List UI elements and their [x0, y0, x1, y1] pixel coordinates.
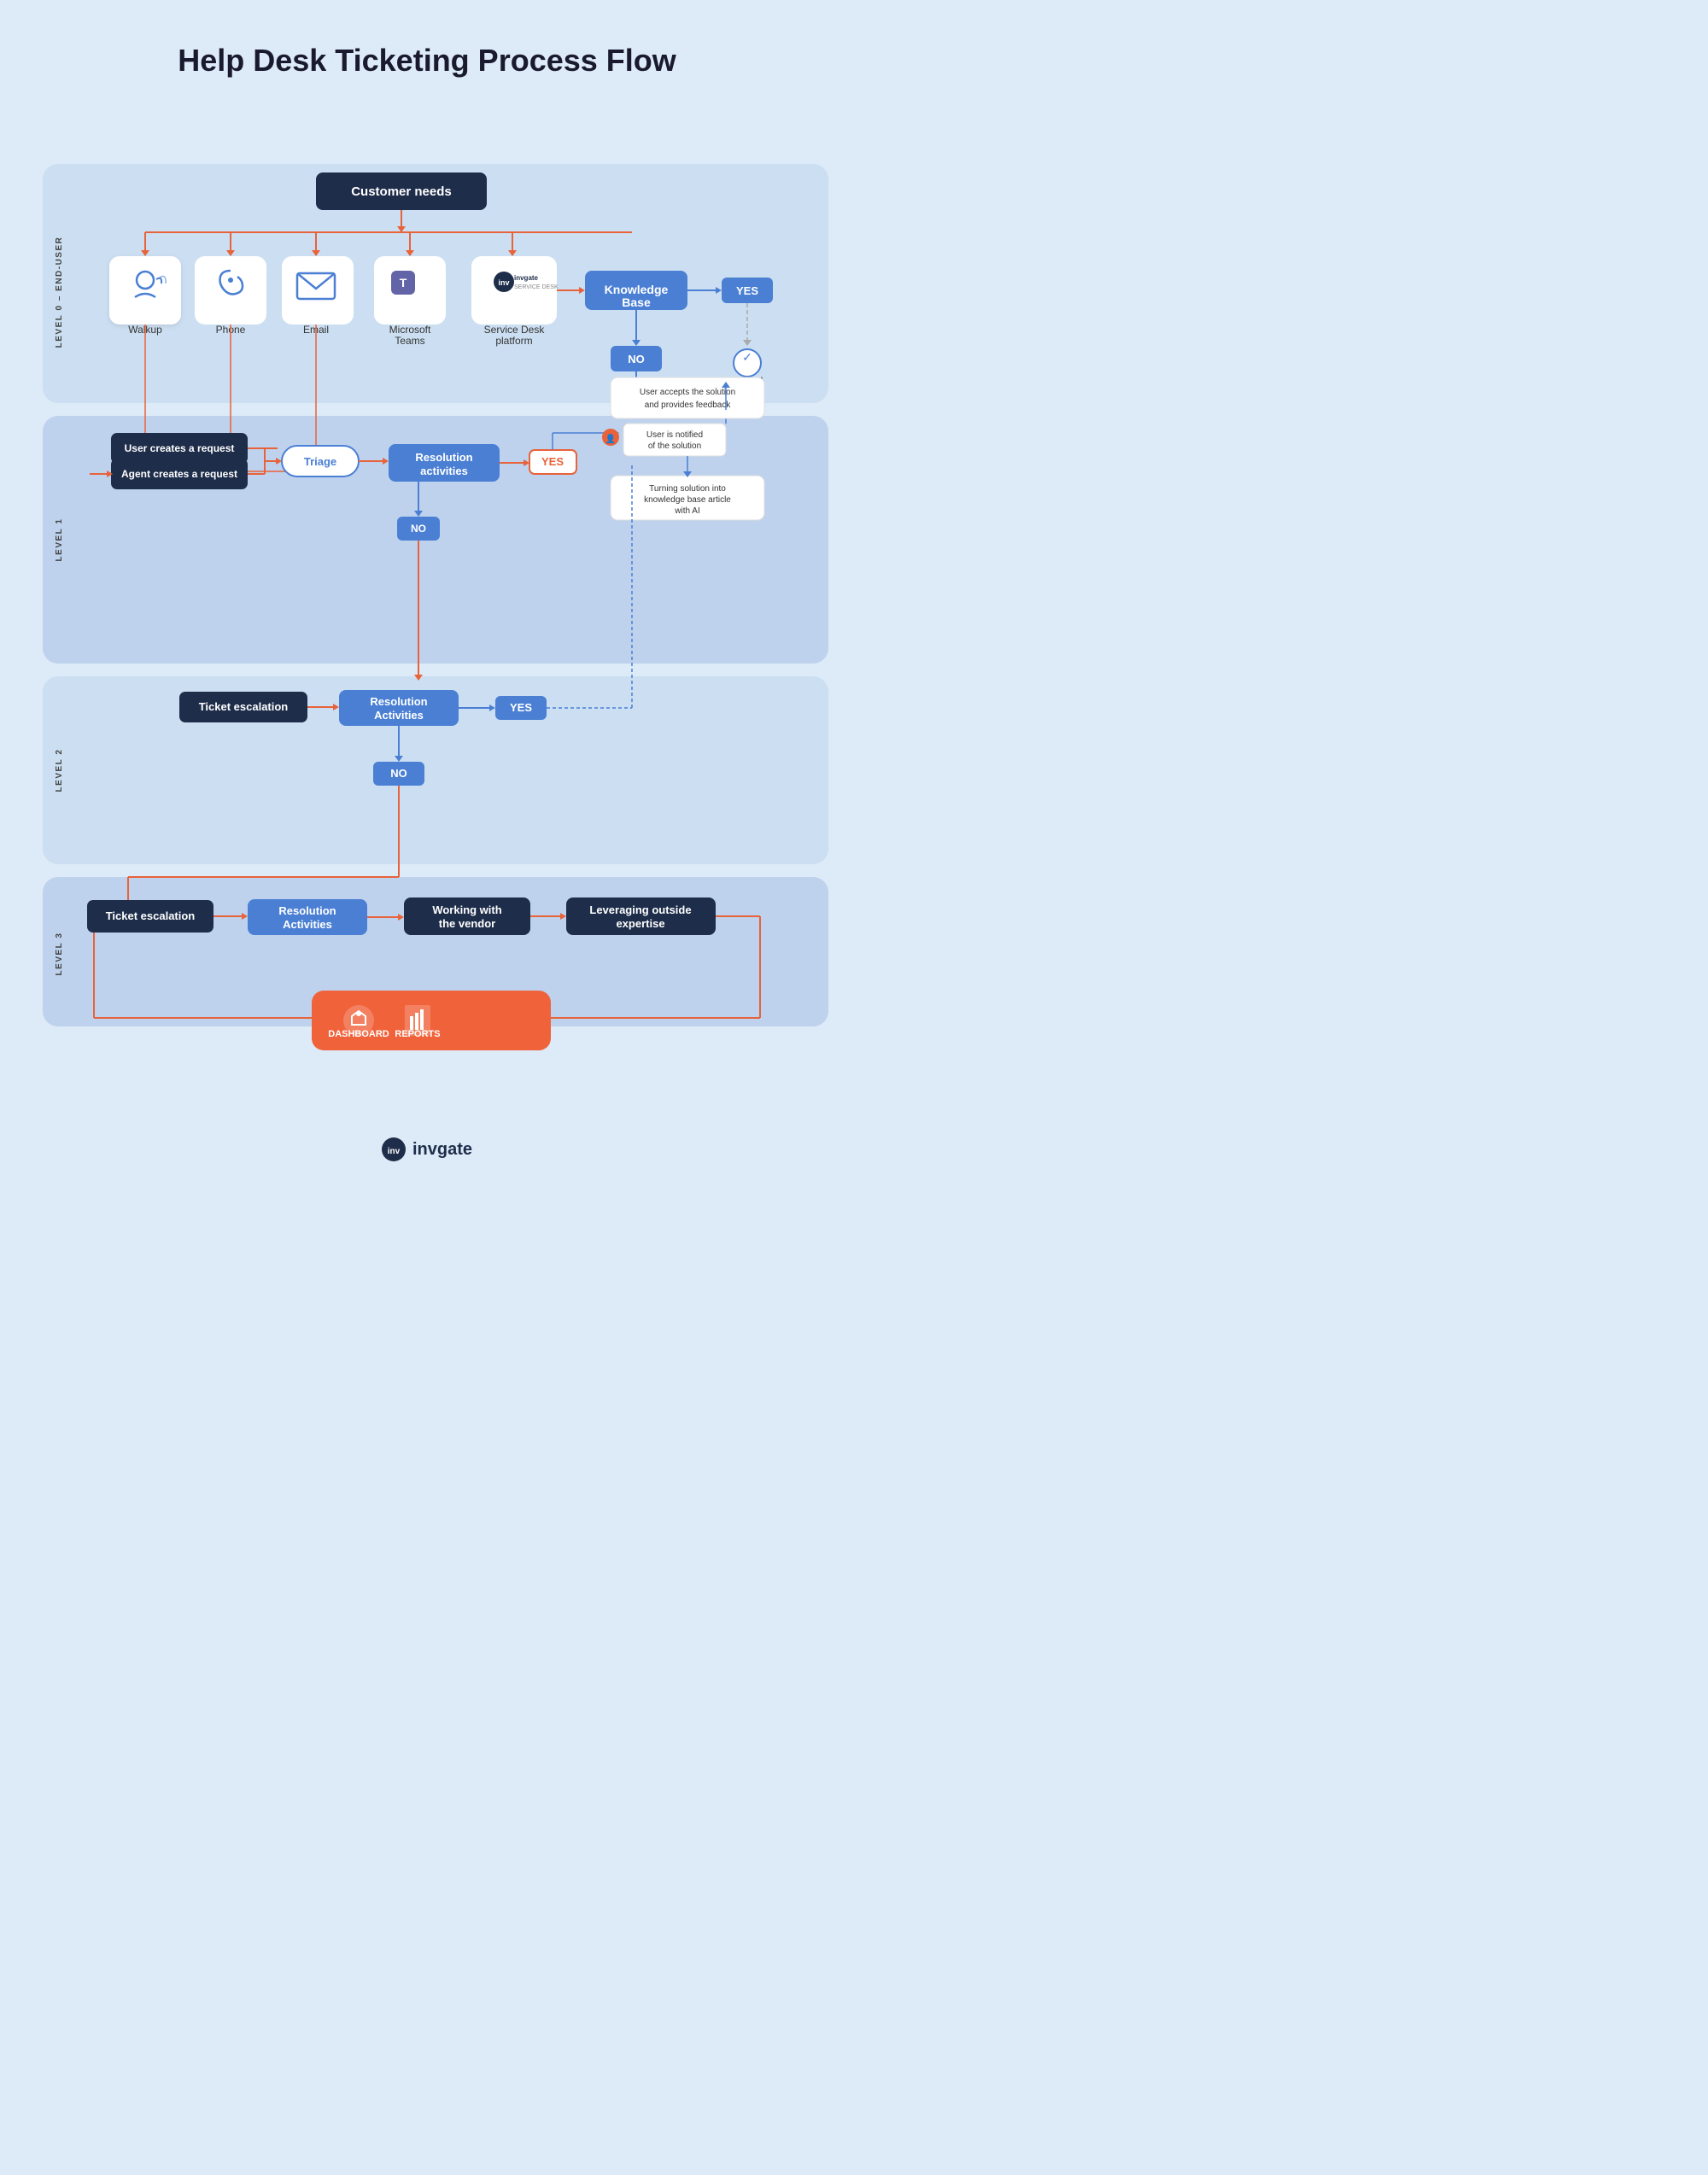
customer-needs-label: Customer needs [351, 184, 452, 199]
resolution-l3-label2: Activities [283, 918, 332, 931]
servicedesk-label2: platform [495, 335, 532, 347]
resolution-l3-label: Resolution [278, 904, 336, 917]
agent-creates-label: Agent creates a request [121, 468, 237, 480]
knowledge-base-label: Knowledge [605, 283, 669, 296]
no-l0-label: NO [628, 353, 645, 365]
user-notified-label: User is notified [646, 430, 703, 440]
flow-diagram: LEVEL 0 – END-USER LEVEL 1 LEVEL 2 LEVEL… [17, 113, 837, 1120]
yes-l0-label: YES [736, 284, 758, 297]
resolution-l1-label2: activities [420, 465, 468, 477]
svg-text:T: T [400, 276, 407, 289]
svg-text:invgate: invgate [514, 274, 539, 282]
no-l2-label: NO [390, 767, 407, 780]
resolution-l2-label: Resolution [370, 695, 427, 708]
dashboard-label: DASHBOARD [328, 1029, 389, 1039]
svg-text:👤: 👤 [605, 433, 616, 444]
leveraging-label: Leveraging outside [589, 903, 691, 916]
teams-label: Microsoft [389, 324, 431, 336]
page-wrapper: Help Desk Ticketing Process Flow LEVEL 0… [0, 0, 854, 1213]
knowledge-base-label2: Base [622, 295, 651, 309]
user-notified-label2: of the solution [648, 441, 701, 451]
teams-label2: Teams [395, 335, 424, 347]
level3-label: LEVEL 3 [55, 933, 64, 976]
yes-l2-label: YES [510, 701, 532, 714]
user-creates-label: User creates a request [125, 442, 235, 454]
invgate-text: invgate [412, 1140, 472, 1160]
resolution-l1-label: Resolution [415, 451, 472, 464]
level0-label: LEVEL 0 – END-USER [55, 237, 64, 348]
turning-solution-label3: with AI [674, 506, 699, 516]
svg-text:inv: inv [498, 278, 509, 287]
user-accepts-label: User accepts the solution [640, 388, 735, 397]
level1-label: LEVEL 1 [55, 518, 64, 562]
level2-label: LEVEL 2 [55, 749, 64, 792]
triage-label: Triage [304, 455, 336, 468]
invgate-logo: inv invgate [0, 1137, 854, 1161]
reports-label: REPORTS [395, 1029, 440, 1039]
page-title: Help Desk Ticketing Process Flow [0, 26, 854, 87]
no-l1-label: NO [411, 523, 426, 535]
turning-solution-label2: knowledge base article [644, 495, 731, 505]
ticket-escalation-l2-label: Ticket escalation [199, 700, 289, 713]
svg-text:inv: inv [388, 1147, 401, 1156]
servicedesk-label: Service Desk [484, 324, 546, 336]
ticket-escalation-l3-label: Ticket escalation [106, 909, 196, 922]
turning-solution-label: Turning solution into [649, 484, 726, 494]
working-vendor-label: Working with [432, 903, 501, 916]
yes-l1-label: YES [541, 455, 564, 468]
svg-text:SERVICE DESK: SERVICE DESK [514, 284, 559, 290]
svg-text:✓: ✓ [742, 350, 752, 364]
resolution-l2-label2: Activities [374, 709, 424, 722]
user-accepts-label2: and provides feedback [645, 401, 732, 410]
leveraging-label2: expertise [616, 917, 664, 930]
working-vendor-label2: the vendor [439, 917, 495, 930]
